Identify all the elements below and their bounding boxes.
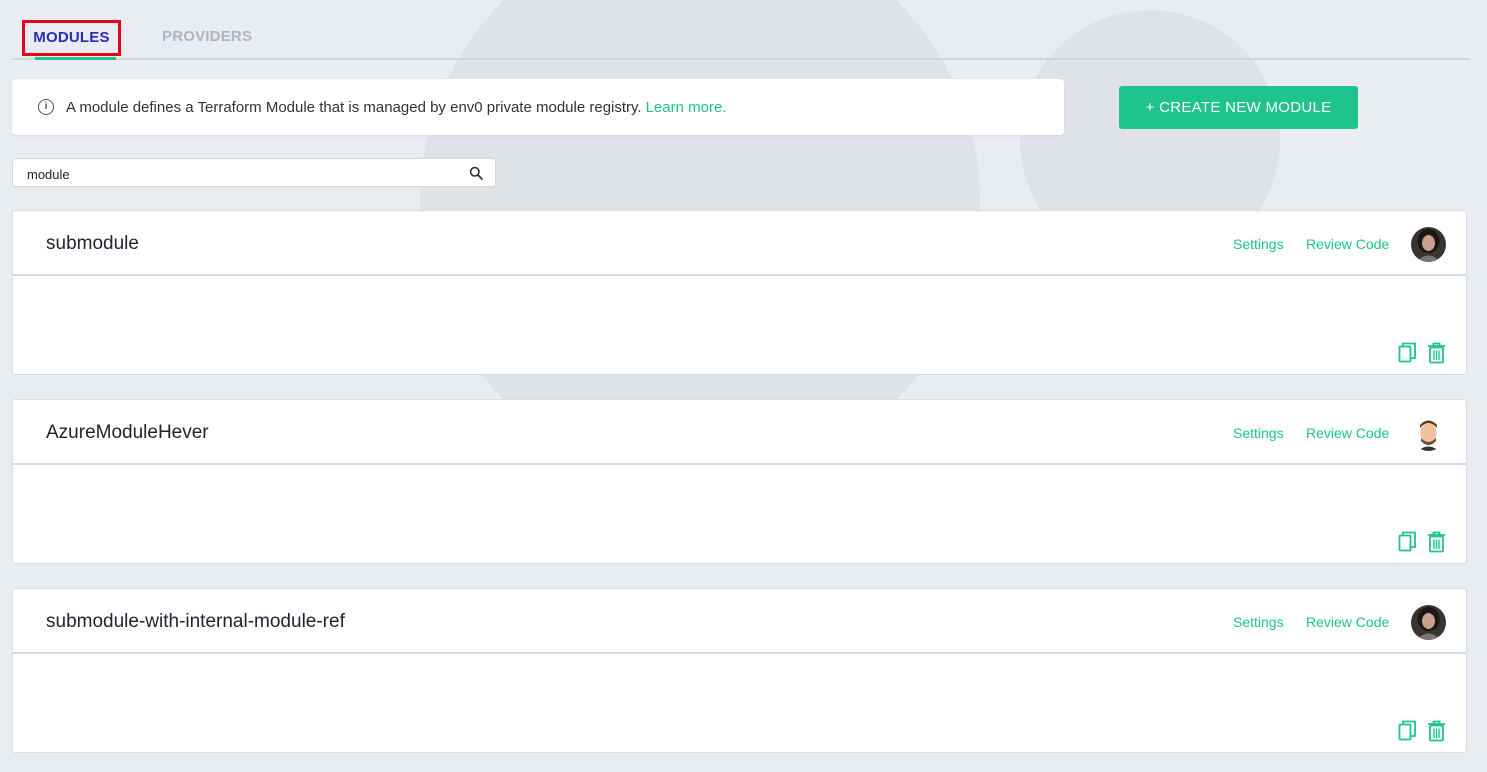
- user-avatar: [1411, 416, 1446, 451]
- trash-icon[interactable]: [1427, 342, 1446, 364]
- review-code-link[interactable]: Review Code: [1306, 425, 1389, 441]
- module-card: submodule Settings Review Code: [12, 210, 1467, 375]
- module-actions: [1398, 720, 1446, 742]
- module-name[interactable]: submodule: [46, 233, 139, 255]
- module-card: submodule-with-internal-module-ref Setti…: [12, 588, 1467, 753]
- review-code-link[interactable]: Review Code: [1306, 236, 1389, 252]
- learn-more-link[interactable]: Learn more.: [646, 99, 727, 116]
- search-icon[interactable]: [469, 166, 483, 180]
- module-name[interactable]: submodule-with-internal-module-ref: [46, 611, 345, 633]
- copy-icon[interactable]: [1398, 342, 1417, 364]
- settings-link[interactable]: Settings: [1233, 614, 1284, 630]
- review-code-link[interactable]: Review Code: [1306, 614, 1389, 630]
- settings-link[interactable]: Settings: [1233, 425, 1284, 441]
- create-new-module-button[interactable]: + CREATE NEW MODULE: [1119, 86, 1358, 129]
- copy-icon[interactable]: [1398, 531, 1417, 553]
- search-input[interactable]: [25, 163, 459, 185]
- settings-link[interactable]: Settings: [1233, 236, 1284, 252]
- module-card-header: AzureModuleHever Settings Review Code: [13, 400, 1466, 465]
- trash-icon[interactable]: [1427, 531, 1446, 553]
- tab-modules-label: MODULES: [33, 29, 110, 46]
- tab-bar: MODULES PROVIDERS: [12, 20, 1469, 60]
- info-icon: i: [38, 99, 54, 115]
- search-box: [12, 158, 496, 187]
- trash-icon[interactable]: [1427, 720, 1446, 742]
- module-card-header: submodule Settings Review Code: [13, 211, 1466, 276]
- user-avatar: [1411, 227, 1446, 262]
- module-card-header: submodule-with-internal-module-ref Setti…: [13, 589, 1466, 654]
- info-banner: i A module defines a Terraform Module th…: [12, 79, 1064, 135]
- module-actions: [1398, 531, 1446, 553]
- module-card: AzureModuleHever Settings Review Code: [12, 399, 1467, 564]
- tab-modules[interactable]: MODULES: [22, 20, 121, 60]
- info-text: A module defines a Terraform Module that…: [66, 98, 642, 116]
- copy-icon[interactable]: [1398, 720, 1417, 742]
- tab-providers-label: PROVIDERS: [162, 28, 253, 45]
- tab-providers[interactable]: PROVIDERS: [162, 20, 252, 56]
- active-tab-indicator: [35, 57, 116, 60]
- module-name[interactable]: AzureModuleHever: [46, 422, 209, 444]
- user-avatar: [1411, 605, 1446, 640]
- module-actions: [1398, 342, 1446, 364]
